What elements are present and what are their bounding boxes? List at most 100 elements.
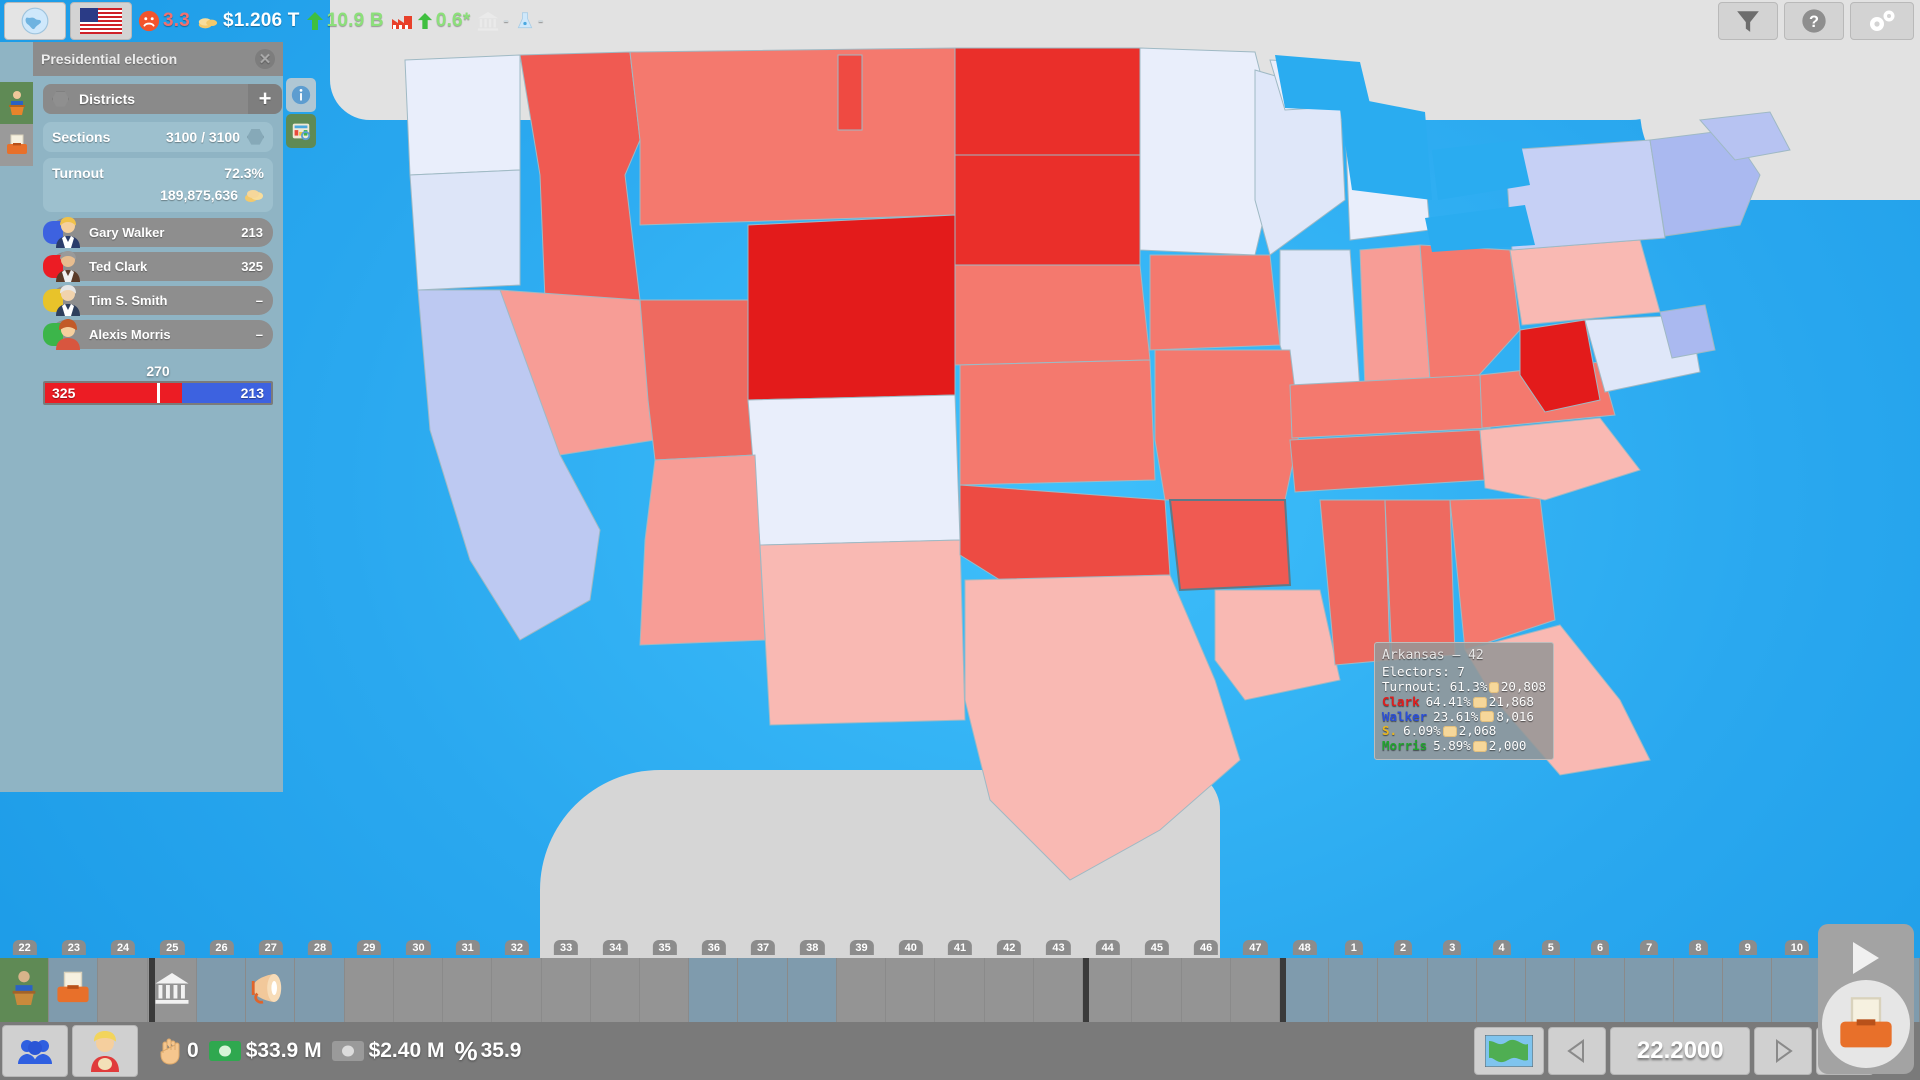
usa-flag-icon[interactable]	[70, 2, 132, 40]
timeline-tick[interactable]: 36	[701, 940, 726, 955]
timeline-cell[interactable]	[590, 958, 640, 1022]
timeline-cell[interactable]	[541, 958, 591, 1022]
timeline-tick[interactable]: 47	[1243, 940, 1268, 955]
filter-icon[interactable]	[1718, 2, 1778, 40]
timeline-cell[interactable]	[49, 958, 99, 1022]
timeline-tick[interactable]: 42	[997, 940, 1022, 955]
timeline-cell[interactable]	[935, 958, 985, 1022]
timeline-cell[interactable]	[196, 958, 247, 1022]
timeline-cell[interactable]	[344, 958, 394, 1022]
timeline-tick[interactable]: 24	[110, 940, 136, 955]
timeline-cell[interactable]	[1329, 958, 1379, 1022]
map-mode-button[interactable]	[1474, 1027, 1545, 1075]
timeline-tick[interactable]: 9	[1738, 940, 1757, 955]
sidebar-item-ballot[interactable]	[0, 124, 33, 166]
timeline-tick[interactable]: 48	[1292, 940, 1317, 955]
timeline-cell[interactable]	[1624, 958, 1674, 1022]
timeline-cell[interactable]	[1132, 958, 1182, 1022]
timeline-cell[interactable]	[1181, 958, 1231, 1022]
timeline-tick[interactable]: 34	[603, 940, 628, 955]
timeline-tick[interactable]: 35	[652, 940, 677, 955]
results-chart-icon[interactable]	[286, 114, 316, 148]
current-date-display[interactable]: 22.2000	[1610, 1027, 1751, 1075]
timeline-tick[interactable]: 41	[947, 940, 973, 955]
candidate-row[interactable]: Alexis Morris –	[43, 319, 273, 350]
timeline-cell[interactable]	[1526, 958, 1576, 1022]
play-turn-pod[interactable]	[1818, 924, 1914, 1074]
info-icon[interactable]	[286, 78, 316, 112]
timeline-cell[interactable]	[0, 958, 50, 1022]
timeline-tick[interactable]: 37	[750, 940, 776, 955]
timeline-cell[interactable]	[295, 958, 345, 1022]
globe-icon[interactable]	[4, 2, 66, 40]
timeline-cell[interactable]	[738, 958, 788, 1022]
timeline-cell[interactable]	[1673, 958, 1724, 1022]
timeline-tick[interactable]: 22	[12, 940, 37, 955]
timeline-cell[interactable]	[1033, 958, 1084, 1022]
timeline-tick[interactable]: 26	[209, 940, 234, 955]
timeline-cell[interactable]	[787, 958, 837, 1022]
timeline-tick[interactable]: 7	[1640, 940, 1659, 955]
timeline-tick[interactable]: 6	[1590, 940, 1610, 955]
timeline-cell[interactable]	[393, 958, 444, 1022]
timeline-tick[interactable]: 39	[849, 940, 874, 955]
prev-turn-button[interactable]	[1548, 1027, 1607, 1075]
timeline-tick[interactable]: 44	[1095, 940, 1120, 955]
timeline-cell[interactable]	[1378, 958, 1428, 1022]
timeline-tick[interactable]: 23	[61, 940, 86, 955]
timeline-tick[interactable]: 2	[1394, 940, 1413, 955]
timeline-cell[interactable]	[640, 958, 690, 1022]
timeline-cell[interactable]	[836, 958, 887, 1022]
next-turn-button[interactable]	[1754, 1027, 1813, 1075]
timeline-tick[interactable]: 27	[258, 940, 283, 955]
timeline-tick[interactable]: 40	[898, 940, 923, 955]
population-icon[interactable]	[2, 1025, 68, 1077]
candidate-row[interactable]: Ted Clark 325	[43, 251, 273, 282]
timeline-tick[interactable]: 33	[554, 940, 579, 955]
candidate-portrait-icon[interactable]	[72, 1025, 138, 1077]
timeline-tick[interactable]: 25	[160, 940, 185, 955]
timeline-cell[interactable]	[689, 958, 739, 1022]
play-button[interactable]	[1853, 942, 1879, 974]
timeline-cell[interactable]	[1427, 958, 1477, 1022]
map-canvas[interactable]	[0, 0, 1920, 1080]
timeline-cell[interactable]	[984, 958, 1034, 1022]
timeline-cell[interactable]	[1280, 958, 1330, 1022]
sidebar-item-podium[interactable]	[0, 82, 33, 124]
timeline-tick[interactable]: 29	[357, 940, 382, 955]
timeline-tick[interactable]: 8	[1689, 940, 1708, 955]
timeline-tick[interactable]: 30	[406, 940, 431, 955]
timeline-cell[interactable]	[492, 958, 542, 1022]
timeline-cell[interactable]	[98, 958, 148, 1022]
timeline-tick[interactable]: 4	[1492, 940, 1511, 955]
timeline-tick[interactable]: 5	[1541, 940, 1560, 955]
timeline-cell[interactable]	[1230, 958, 1280, 1022]
timeline-tick[interactable]: 3	[1443, 940, 1462, 955]
timeline-cell[interactable]	[1723, 958, 1773, 1022]
timeline-cell[interactable]	[1772, 958, 1822, 1022]
timeline-tick[interactable]: 31	[455, 940, 480, 955]
timeline-tick[interactable]: 1	[1344, 940, 1363, 955]
timeline-cell[interactable]	[443, 958, 493, 1022]
candidate-row[interactable]: Tim S. Smith –	[43, 285, 273, 316]
settings-gears-icon[interactable]	[1850, 2, 1914, 40]
help-icon[interactable]: ?	[1784, 2, 1844, 40]
timeline-cell[interactable]	[1083, 958, 1133, 1022]
timeline-tick[interactable]: 10	[1784, 940, 1810, 955]
timeline-tick[interactable]: 46	[1194, 940, 1219, 955]
timeline-tick[interactable]: 32	[504, 940, 530, 955]
timeline-cell[interactable]	[1476, 958, 1527, 1022]
usa-county-map[interactable]	[0, 0, 1920, 1080]
timeline-tick[interactable]: 38	[800, 940, 825, 955]
timeline-cell[interactable]	[886, 958, 936, 1022]
timeline-tick[interactable]: 43	[1046, 940, 1071, 955]
timeline-cell[interactable]	[1575, 958, 1625, 1022]
timeline-tick[interactable]: 28	[307, 940, 333, 955]
add-district-button[interactable]: +	[248, 84, 282, 114]
timeline-cell[interactable]	[147, 958, 197, 1022]
districts-selector[interactable]: Districts +	[43, 84, 282, 114]
timeline-cell[interactable]	[246, 958, 296, 1022]
close-icon[interactable]: ✕	[255, 49, 275, 69]
timeline-bar[interactable]: 22 23 24 25 26 27 28 29 30 31 32 33 34 35 36 37 38 39 40 41…	[0, 940, 1920, 1022]
candidate-row[interactable]: Gary Walker 213	[43, 217, 273, 248]
